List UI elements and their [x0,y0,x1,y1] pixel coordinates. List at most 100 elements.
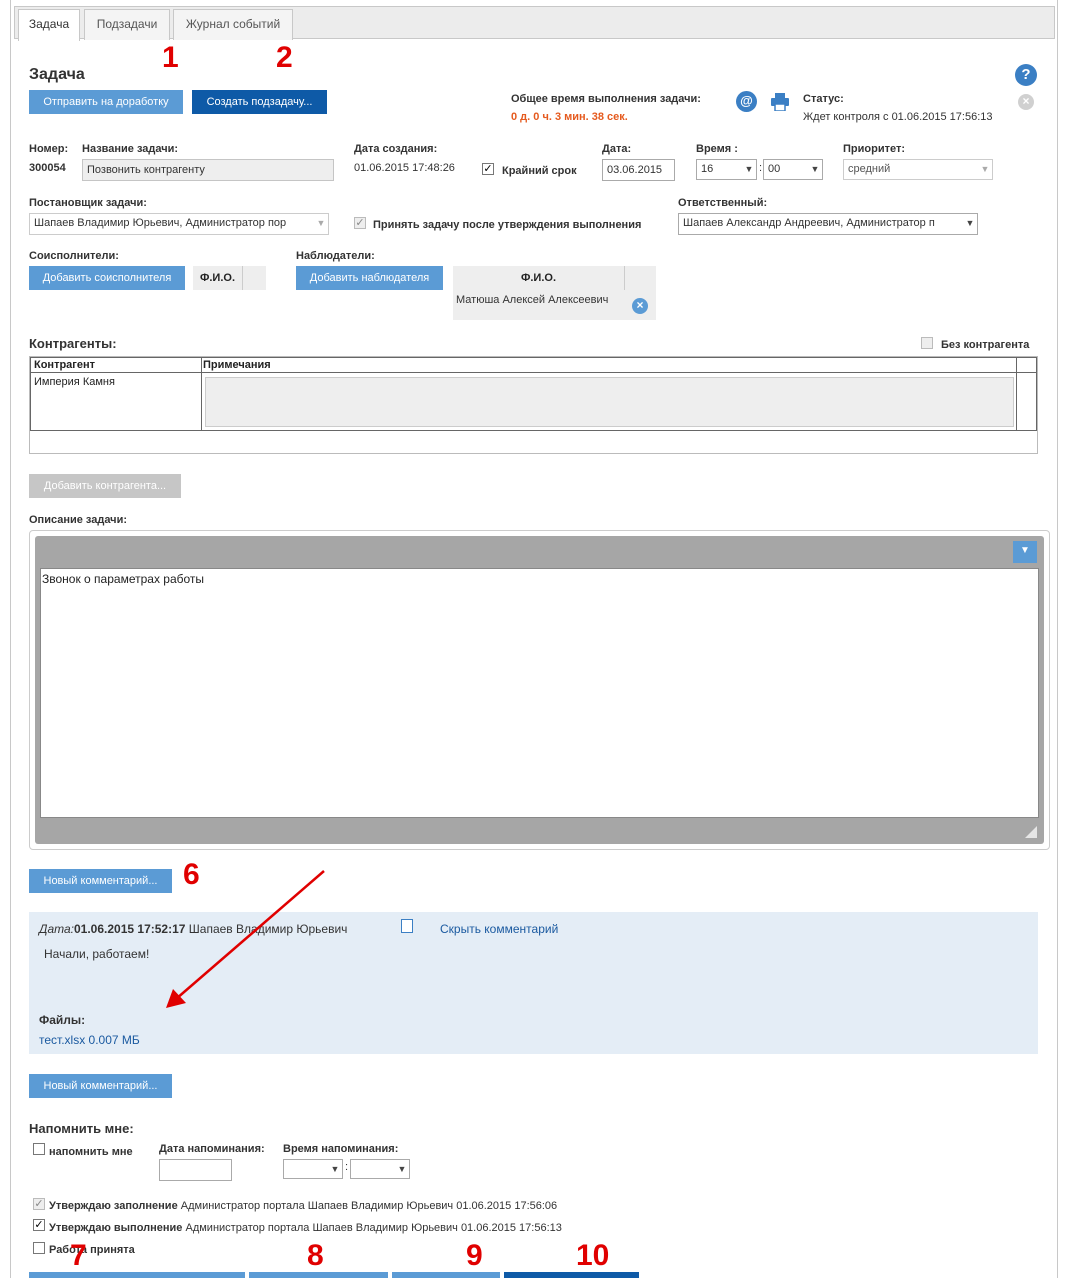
number-label: Номер: [29,143,69,155]
print-icon[interactable] [770,93,790,112]
add-observer-button[interactable]: Добавить наблюдателя [296,266,443,290]
remind-date-label: Дата напоминания: [159,1143,265,1155]
time-label: Время : [696,143,738,155]
contractor-col-header: Контрагент [34,359,96,371]
time-separator: : [759,162,763,174]
contractor-name: Империя Камня [34,376,115,388]
resize-handle-icon[interactable] [1025,826,1037,838]
edit-note-icon[interactable] [401,919,413,933]
contractors-table: Контрагент Примечания Империя Камня [30,357,1037,431]
tab-event-log[interactable]: Журнал событий [173,9,293,40]
minute-select[interactable]: 00 ▼ [763,159,823,180]
contractor-note-field[interactable] [205,377,1014,427]
hide-comment-link[interactable]: Скрыть комментарий [440,922,558,936]
description-textarea[interactable]: Звонок о параметрах работы [40,568,1039,818]
observers-table: Ф.И.О. Матюша Алексей Алексеевич × [453,266,656,320]
new-comment-button[interactable]: Новый комментарий... [29,869,172,893]
priority-select[interactable]: средний ▼ [843,159,993,180]
bottom-button-9[interactable] [392,1272,500,1278]
author-label: Постановщик задачи: [29,197,147,209]
approve-execution-info: Администратор портала Шапаев Владимир Юр… [185,1222,562,1234]
task-number: 300054 [29,162,66,174]
description-editor: ▼ Звонок о параметрах работы [29,530,1050,850]
hour-value: 16 [701,163,714,175]
description-text: Звонок о параметрах работы [42,572,205,586]
remind-title: Напомнить мне: [29,1121,134,1136]
new-comment-button-2[interactable]: Новый комментарий... [29,1074,172,1098]
contractors-header-row [31,358,1036,373]
responsible-value: Шапаев Александр Андреевич, Администрато… [683,217,935,229]
close-icon[interactable]: × [1018,94,1034,110]
status-value: Ждет контроля с 01.06.2015 17:56:13 [803,111,993,123]
chevron-down-icon: ▼ [742,160,756,179]
accept-after-approval-label: Принять задачу после утверждения выполне… [373,219,642,231]
create-subtask-button[interactable]: Создать подзадачу... [192,90,327,114]
no-contractor-checkbox[interactable] [921,337,933,349]
approve-filling-checkbox[interactable]: ✓ [33,1198,45,1210]
files-label: Файлы: [39,1013,86,1027]
coexecutors-table: Ф.И.О. [193,266,266,290]
remind-minute-select[interactable]: ▼ [350,1159,410,1179]
task-name-field[interactable]: Позвонить контрагенту [82,159,334,181]
observer-name: Матюша Алексей Алексеевич [456,294,609,306]
file-link[interactable]: тест.xlsx 0.007 МБ [39,1033,140,1047]
hour-select[interactable]: 16 ▼ [696,159,757,180]
tab-task[interactable]: Задача [18,9,80,41]
add-coexecutor-button[interactable]: Добавить соисполнителя [29,266,185,290]
approve-execution-checkbox[interactable]: ✓ [33,1219,45,1231]
work-accepted-label: Работа принята [49,1244,135,1256]
help-icon[interactable]: ? [1015,64,1037,86]
total-time-label: Общее время выполнения задачи: [511,93,701,105]
author-select[interactable]: Шапаев Владимир Юрьевич, Администратор п… [29,213,329,235]
bottom-button-10[interactable] [504,1272,639,1278]
chevron-down-icon: ▼ [978,160,992,179]
col-divider [201,358,202,430]
annotation-10: 10 [576,1239,610,1272]
created-value: 01.06.2015 17:48:26 [354,162,455,174]
observers-col-header: Ф.И.О. [453,266,625,290]
remind-hour-select[interactable]: ▼ [283,1159,343,1179]
created-label: Дата создания: [354,143,438,155]
deadline-label: Крайний срок [502,165,577,177]
col-divider [1016,358,1017,430]
work-accepted-checkbox[interactable] [33,1242,45,1254]
send-to-rework-button[interactable]: Отправить на доработку [29,90,183,114]
annotation-8: 8 [307,1239,324,1272]
task-name-label: Название задачи: [82,143,179,155]
tab-subtasks[interactable]: Подзадачи [84,9,170,40]
comment-date-label: Дата: [39,922,74,936]
no-contractor-label: Без контрагента [941,339,1030,351]
remind-date-field[interactable] [159,1159,232,1181]
coexecutors-label: Соисполнители: [29,250,119,262]
editor-toggle-icon[interactable]: ▼ [1013,541,1037,563]
chevron-down-icon: ▼ [808,160,822,179]
page-title: Задача [29,66,85,83]
tab-bar [14,6,1055,39]
accept-after-approval-checkbox[interactable]: ✓ [354,217,366,229]
email-icon[interactable]: @ [736,91,757,112]
approve-filling-info: Администратор портала Шапаев Владимир Юр… [180,1200,558,1212]
annotation-7: 7 [70,1239,87,1272]
status-label: Статус: [803,93,844,105]
responsible-select[interactable]: Шапаев Александр Андреевич, Администрато… [678,213,978,235]
note-col-header: Примечания [203,359,271,371]
chevron-down-icon: ▼ [314,214,328,234]
remove-observer-icon[interactable]: × [632,298,648,314]
author-value: Шапаев Владимир Юрьевич, Администратор п… [34,217,287,229]
chevron-down-icon: ▼ [395,1160,409,1178]
annotation-arrow [166,870,325,1008]
contractors-label: Контрагенты: [29,336,117,351]
date-field[interactable]: 03.06.2015 [602,159,675,181]
bottom-button-7[interactable] [29,1272,245,1278]
annotation-2: 2 [276,41,293,74]
bottom-button-8[interactable] [249,1272,388,1278]
annotation-1: 1 [162,41,179,74]
observers-label: Наблюдатели: [296,250,375,262]
remind-checkbox[interactable] [33,1143,45,1155]
approve-execution-label: Утверждаю выполнение [49,1222,183,1234]
deadline-checkbox[interactable]: ✓ [482,163,494,175]
add-contractor-button[interactable]: Добавить контрагента... [29,474,181,498]
chevron-down-icon: ▼ [328,1160,342,1178]
approve-execution-row: Утверждаю выполнение Администратор порта… [49,1222,562,1234]
approve-filling-row: Утверждаю заполнение Администратор порта… [49,1200,557,1212]
